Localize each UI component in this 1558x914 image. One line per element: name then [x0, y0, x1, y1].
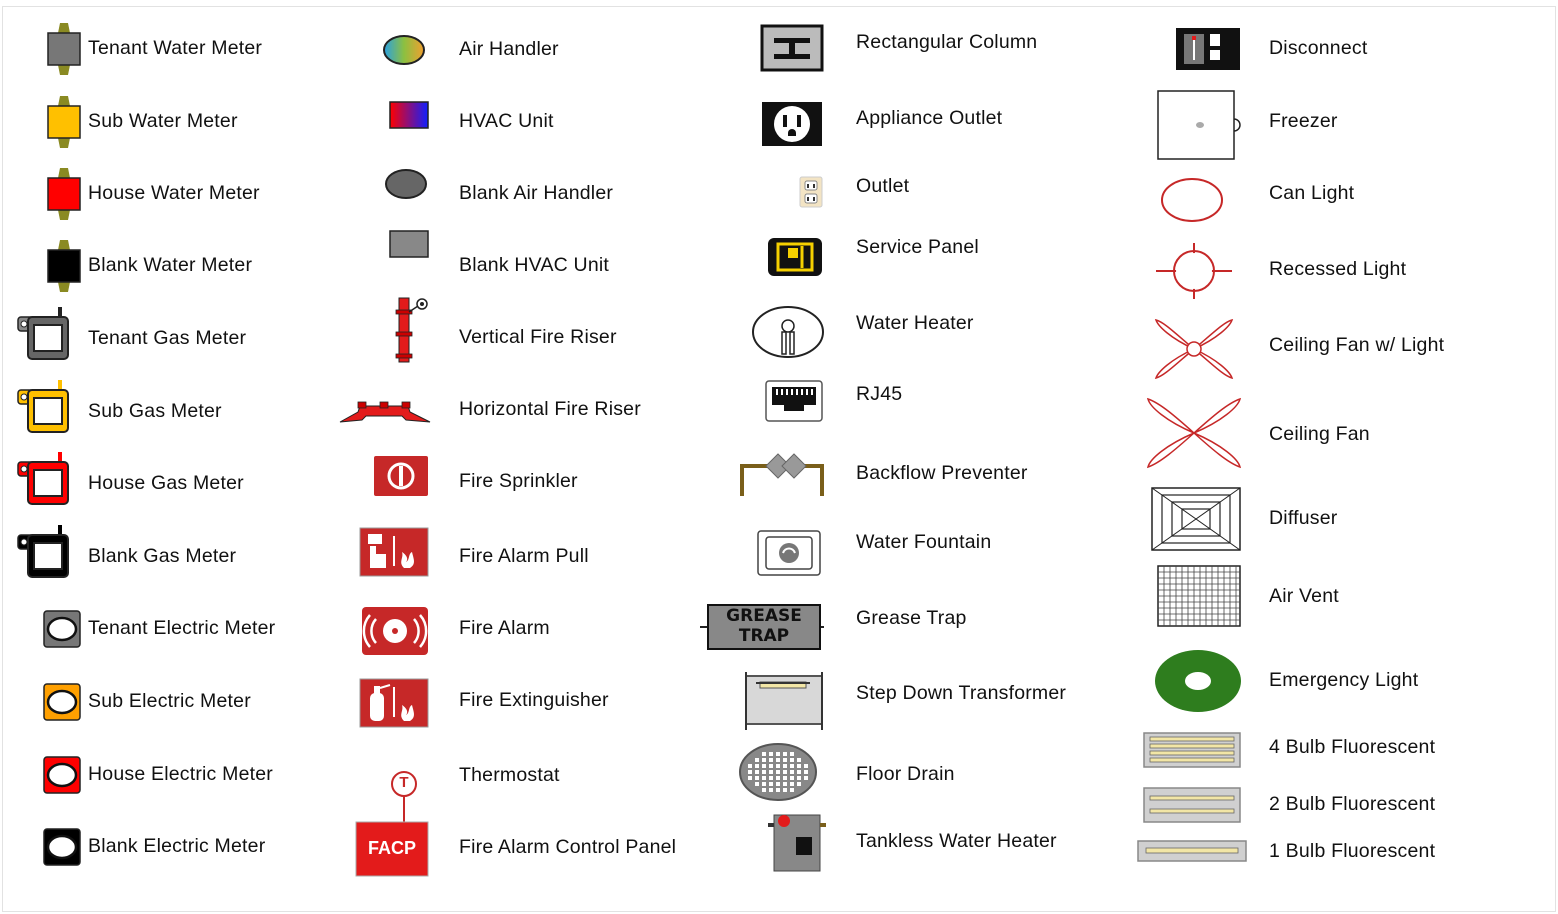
legend-item-label: Rectangular Column: [856, 31, 1038, 53]
vertical-fire-riser-icon: [338, 296, 428, 368]
legend-item-label: Emergency Light: [1269, 669, 1419, 691]
fire-alarm-pull-icon: [338, 526, 429, 598]
legend-item-label: Blank Air Handler: [459, 182, 614, 204]
legend-item-label: 2 Bulb Fluorescent: [1269, 793, 1436, 815]
legend-item-label: 4 Bulb Fluorescent: [1269, 736, 1436, 758]
recessed-light-icon: [1136, 241, 1232, 313]
legend-item-label: HVAC Unit: [459, 110, 554, 132]
rj45-icon: [738, 379, 828, 451]
legend-item-label: Blank HVAC Unit: [459, 254, 610, 276]
legend-item-label: Tankless Water Heater: [856, 830, 1057, 852]
legend-item-label: Horizontal Fire Riser: [459, 398, 641, 420]
fire-alarm-icon: [338, 605, 428, 677]
facp-glyph: FACP: [367, 838, 416, 858]
legend-item-label: Tenant Electric Meter: [88, 617, 276, 639]
legend-item-label: Ceiling Fan: [1269, 423, 1370, 445]
hvac-unit-icon: [338, 96, 429, 168]
legend-item-label: Thermostat: [459, 764, 560, 786]
legend-item-label: Service Panel: [856, 236, 979, 258]
legend-item-label: Fire Alarm Control Panel: [459, 836, 677, 858]
appliance-outlet-icon: [738, 100, 828, 172]
legend-item-label: Air Handler: [459, 38, 559, 60]
legend-item-label: Air Vent: [1269, 585, 1339, 607]
legend-item-label: House Electric Meter: [88, 763, 273, 785]
legend-item-label: Sub Electric Meter: [88, 690, 251, 712]
legend-item-label: Fire Sprinkler: [459, 470, 578, 492]
legend-item-label: Blank Water Meter: [88, 254, 253, 276]
step-down-transformer-icon: [738, 672, 828, 744]
rectangular-column-icon: [738, 24, 828, 96]
legend-item-label: Blank Gas Meter: [88, 545, 237, 567]
tankless-water-heater-icon: [738, 811, 828, 883]
air-handler-icon: [334, 21, 425, 93]
legend-item-label: Water Heater: [856, 312, 974, 334]
legend-item-label: Fire Alarm Pull: [459, 545, 589, 567]
legend-item-label: Disconnect: [1269, 37, 1368, 59]
fire-sprinkler-icon: [338, 454, 428, 526]
fire-extinguisher-icon: [338, 677, 429, 749]
legend-item-label: Tenant Gas Meter: [88, 327, 247, 349]
legend-item-label: Diffuser: [1269, 507, 1338, 529]
legend-item-label: Blank Electric Meter: [88, 835, 266, 857]
legend-item-label: Can Light: [1269, 182, 1355, 204]
legend-item-label: Appliance Outlet: [856, 107, 1003, 129]
legend-item-label: Ceiling Fan w/ Light: [1269, 334, 1445, 356]
legend-item-label: Recessed Light: [1269, 258, 1407, 280]
legend-item-label: Tenant Water Meter: [88, 37, 263, 59]
service-panel-icon: [738, 236, 828, 308]
legend-item-label: Outlet: [856, 175, 910, 197]
legend-item-label: Vertical Fire Riser: [459, 326, 617, 348]
grease-trap-glyph-line: TRAP: [738, 626, 790, 646]
legend-item-label: Sub Gas Meter: [88, 400, 222, 422]
legend-item-label: Fire Extinguisher: [459, 689, 609, 711]
blank-hvac-unit-icon: [338, 225, 429, 297]
legend-item-label: Floor Drain: [856, 763, 955, 785]
disconnect-icon: [1136, 24, 1240, 96]
one-bulb-fluorescent-icon: [1136, 839, 1247, 911]
air-vent-icon: [1136, 564, 1241, 636]
legend-item-label: Fire Alarm: [459, 617, 550, 639]
legend-item-label: House Gas Meter: [88, 472, 244, 494]
horizontal-fire-riser-icon: [338, 390, 431, 462]
backflow-preventer-icon: [738, 453, 828, 526]
can-light-icon: [1136, 176, 1226, 248]
freezer-icon: [1136, 89, 1241, 161]
floor-drain-icon: [738, 742, 828, 814]
legend-item-label: Water Fountain: [856, 531, 992, 553]
water-fountain-icon: [738, 529, 828, 601]
water-heater-icon: [738, 304, 828, 376]
legend-item-label: Freezer: [1269, 110, 1338, 132]
diffuser-icon: [1136, 486, 1241, 558]
emergency-light-icon: [1136, 648, 1241, 720]
legend-item-label: Backflow Preventer: [856, 462, 1028, 484]
legend-item-label: RJ45: [856, 383, 903, 405]
outlet-icon: [738, 173, 828, 245]
grease-trap-glyph-line: GREASE: [726, 606, 802, 626]
legend-item-label: House Water Meter: [88, 182, 260, 204]
legend-item-label: Step Down Transformer: [856, 682, 1067, 704]
legend-item-label: Grease Trap: [856, 607, 967, 629]
ceiling-fan-light-icon: [1136, 316, 1234, 388]
ceiling-fan-icon: [1136, 397, 1242, 469]
legend-item-label: 1 Bulb Fluorescent: [1269, 840, 1436, 862]
legend-item-label: Sub Water Meter: [88, 110, 238, 132]
thermostat-glyph: T: [399, 774, 409, 791]
